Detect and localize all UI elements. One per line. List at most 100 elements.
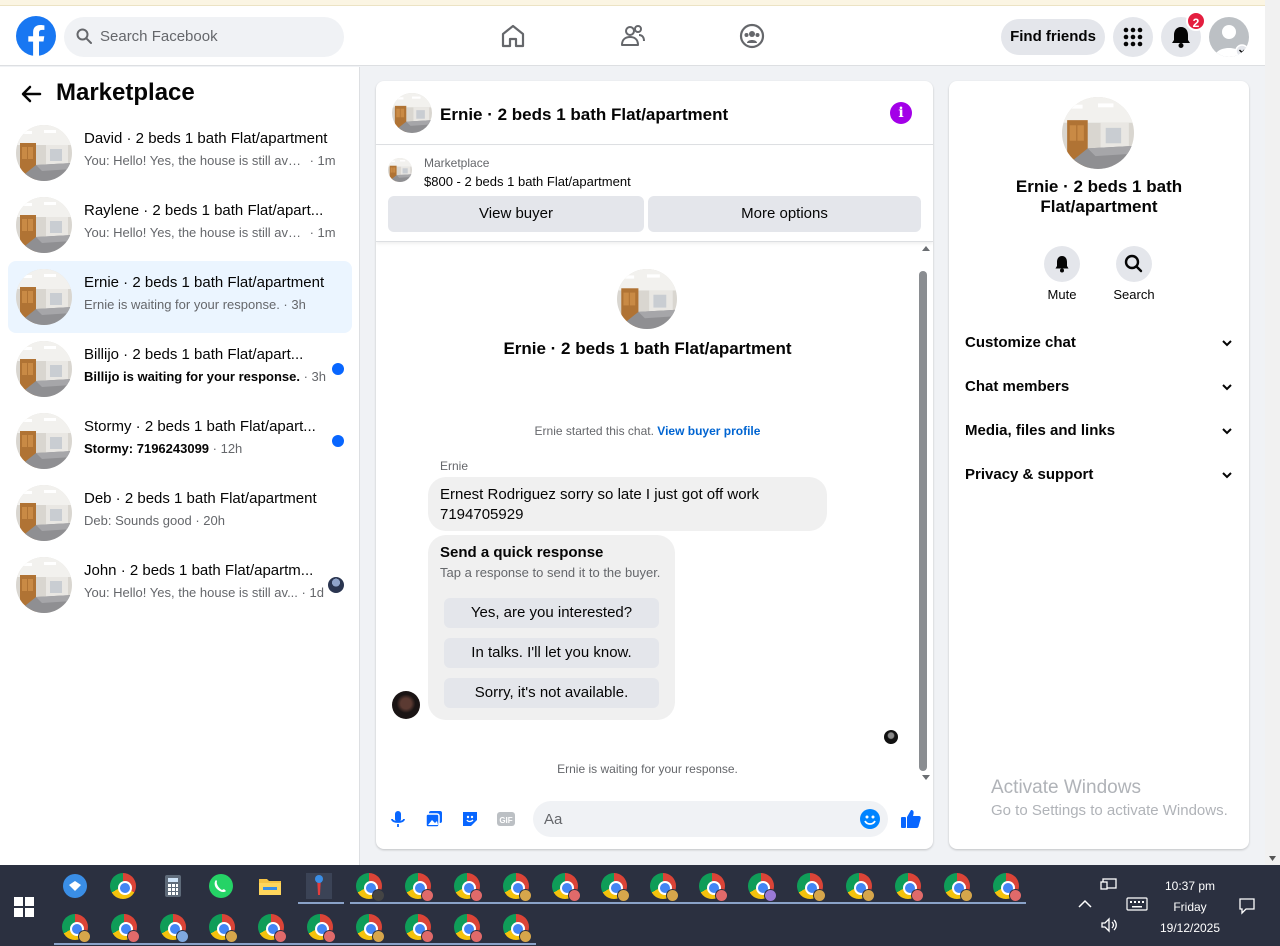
microphone-icon[interactable] (388, 809, 408, 829)
conversation-item[interactable]: Stormy · 2 beds 1 bath Flat/apart... Sto… (8, 405, 352, 477)
chat-listing-thumbnail[interactable] (392, 93, 432, 133)
sidebar-title: Marketplace (56, 79, 195, 106)
back-arrow-icon[interactable] (20, 83, 42, 105)
volume-icon[interactable] (1100, 917, 1120, 933)
chrome-profile-icon[interactable] (307, 914, 336, 943)
app-icon[interactable] (62, 873, 88, 899)
chrome-profile-icon[interactable] (454, 873, 483, 902)
conversation-preview: You: Hello! Yes, the house is still avai… (84, 153, 336, 168)
emoji-icon[interactable] (860, 809, 880, 829)
network-icon[interactable] (1100, 877, 1118, 893)
running-apps-indicator (54, 943, 536, 945)
view-buyer-button[interactable]: View buyer (388, 196, 644, 232)
home-icon[interactable] (499, 22, 527, 50)
marketplace-label: Marketplace (424, 156, 490, 170)
chrome-profile-icon[interactable] (405, 873, 434, 902)
activation-watermark-title: Activate Windows (991, 777, 1141, 798)
customize-chat-section[interactable]: Customize chat (965, 329, 1233, 357)
bell-icon (1055, 256, 1069, 273)
chrome-profile-icon[interactable] (356, 873, 385, 902)
conversation-item[interactable]: David · 2 beds 1 bath Flat/apartment You… (8, 117, 352, 189)
listing-thumbnail-small[interactable] (388, 158, 412, 182)
system-clock[interactable]: 10:37 pm Friday 19/12/2025 (1150, 876, 1230, 939)
friends-icon[interactable] (619, 22, 647, 50)
quick-response-button[interactable]: Sorry, it's not available. (444, 678, 659, 708)
conversation-item-active[interactable]: Ernie · 2 beds 1 bath Flat/apartment Ern… (8, 261, 352, 333)
action-center-icon[interactable] (1238, 897, 1256, 915)
incoming-message-bubble[interactable]: Ernest Rodriguez sorry so late I just go… (428, 477, 827, 531)
account-avatar[interactable] (1209, 17, 1249, 57)
mute-button[interactable] (1044, 246, 1080, 282)
chrome-profile-icon[interactable] (258, 914, 287, 943)
details-listing-image (1062, 97, 1134, 169)
chrome-profile-icon[interactable] (601, 873, 630, 902)
conversation-heading: Ernie · 2 beds 1 bath Flat/apartment (503, 339, 792, 358)
quick-response-button[interactable]: Yes, are you interested? (444, 598, 659, 628)
chrome-profile-icon[interactable] (111, 914, 140, 943)
chrome-profile-icon[interactable] (797, 873, 826, 902)
chrome-profile-icon[interactable] (405, 914, 434, 943)
chrome-profile-icon[interactable] (503, 873, 532, 902)
menu-button[interactable] (1113, 17, 1153, 57)
chrome-profile-icon[interactable] (209, 914, 238, 943)
calculator-icon[interactable] (160, 873, 186, 899)
message-thread: Ernie · 2 beds 1 bath Flat/apartment Ern… (376, 243, 933, 783)
sender-avatar[interactable] (392, 691, 420, 719)
more-options-button[interactable]: More options (648, 196, 921, 232)
chrome-profile-icon[interactable] (650, 873, 679, 902)
chrome-profile-icon[interactable] (503, 914, 532, 943)
message-composer: GIF Aa (376, 793, 933, 845)
chrome-profile-icon[interactable] (846, 873, 875, 902)
view-buyer-profile-link[interactable]: View buyer profile (657, 424, 760, 438)
message-input[interactable]: Aa (533, 801, 888, 837)
search-input[interactable]: Search Facebook (64, 17, 344, 57)
sticker-icon[interactable] (460, 809, 480, 829)
photo-icon[interactable] (424, 809, 444, 829)
listing-price-title[interactable]: $800 - 2 beds 1 bath Flat/apartment (424, 174, 631, 189)
chrome-profile-icon[interactable] (895, 873, 924, 902)
message-placeholder: Aa (544, 811, 563, 828)
media-files-links-section[interactable]: Media, files and links (965, 417, 1233, 445)
whatsapp-icon[interactable] (208, 873, 234, 899)
keyboard-icon[interactable] (1126, 897, 1148, 911)
conversation-item[interactable]: Deb · 2 beds 1 bath Flat/apartment Deb: … (8, 477, 352, 549)
show-hidden-icons-chevron-up-icon[interactable] (1078, 899, 1092, 909)
chrome-profile-icon[interactable] (356, 914, 385, 943)
chat-members-section[interactable]: Chat members (965, 373, 1233, 401)
quick-response-button[interactable]: In talks. I'll let you know. (444, 638, 659, 668)
conversation-item[interactable]: Billijo · 2 beds 1 bath Flat/apart... Bi… (8, 333, 352, 405)
top-navigation-bar: Search Facebook Find friends 2 (0, 6, 1265, 66)
chrome-icon[interactable] (110, 873, 136, 899)
search-icon (76, 28, 92, 44)
info-icon[interactable]: i (890, 102, 912, 124)
groups-icon[interactable] (738, 22, 766, 50)
listing-thumbnail (16, 413, 72, 469)
chrome-profile-icon[interactable] (993, 873, 1022, 902)
chrome-profile-icon[interactable] (748, 873, 777, 902)
conversation-item[interactable]: John · 2 beds 1 bath Flat/apartm... You:… (8, 549, 352, 621)
listing-thumbnail (16, 485, 72, 541)
chrome-profile-icon[interactable] (62, 914, 91, 943)
conversation-title: Billijo · 2 beds 1 bath Flat/apart... (84, 346, 304, 363)
chrome-profile-icon[interactable] (454, 914, 483, 943)
chrome-profile-icon[interactable] (699, 873, 728, 902)
search-placeholder: Search Facebook (100, 28, 218, 45)
search-in-chat-button[interactable] (1116, 246, 1152, 282)
page-scrollbar[interactable] (1265, 0, 1280, 865)
pinned-app-icon[interactable] (306, 873, 332, 899)
like-thumb-icon[interactable] (900, 808, 922, 830)
file-explorer-icon[interactable] (257, 873, 283, 899)
gif-icon[interactable]: GIF (496, 809, 516, 829)
chrome-profile-icon[interactable] (160, 914, 189, 943)
chrome-profile-icon[interactable] (552, 873, 581, 902)
find-friends-button[interactable]: Find friends (1001, 19, 1105, 55)
search-label: Search (1113, 287, 1155, 302)
waiting-notice: Ernie is waiting for your response. (557, 762, 738, 776)
conversation-item[interactable]: Raylene · 2 beds 1 bath Flat/apart... Yo… (8, 189, 352, 261)
chat-title[interactable]: Ernie · 2 beds 1 bath Flat/apartment (440, 105, 728, 125)
chrome-profile-icon[interactable] (944, 873, 973, 902)
privacy-support-section[interactable]: Privacy & support (965, 461, 1233, 489)
facebook-logo[interactable] (16, 16, 56, 56)
chat-scroll-thumb[interactable] (919, 271, 927, 771)
windows-start-icon[interactable] (14, 897, 34, 917)
